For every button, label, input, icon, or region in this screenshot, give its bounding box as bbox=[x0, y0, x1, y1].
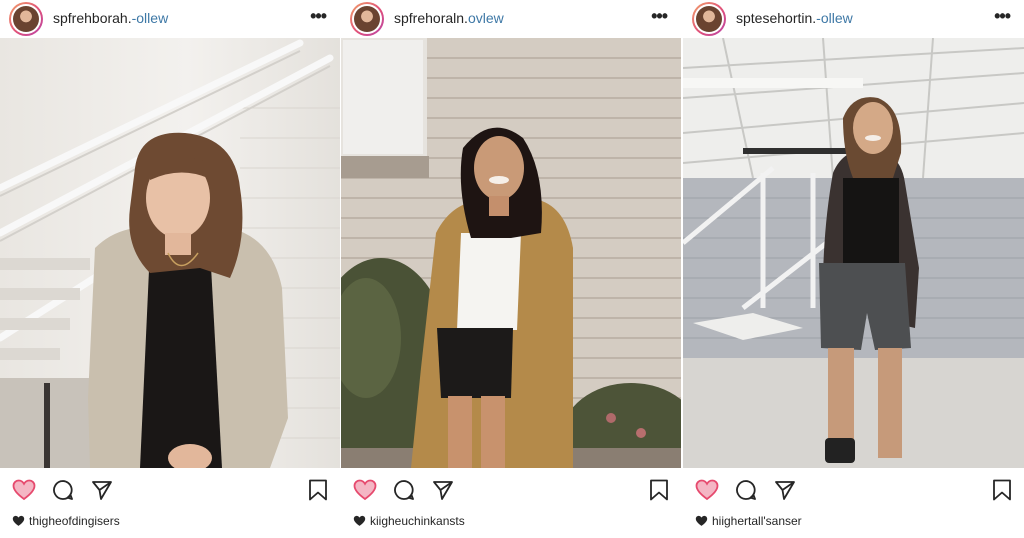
more-options-button[interactable]: ••• bbox=[994, 6, 1011, 27]
post-photo[interactable] bbox=[683, 38, 1024, 468]
post-actions bbox=[341, 468, 681, 512]
comment-icon[interactable] bbox=[393, 479, 415, 501]
likes-text: kiigheuchinkansts bbox=[370, 514, 465, 528]
username-text[interactable]: sptesehortin. bbox=[736, 10, 816, 26]
avatar[interactable] bbox=[692, 2, 726, 36]
username-text[interactable]: spfrehoraln. bbox=[394, 10, 468, 26]
photo-image bbox=[341, 38, 681, 468]
avatar[interactable] bbox=[9, 2, 43, 36]
likes-text: thigheofdingisers bbox=[29, 514, 120, 528]
post-actions bbox=[0, 468, 340, 512]
comment-icon[interactable] bbox=[52, 479, 74, 501]
follow-link[interactable]: -ollew bbox=[816, 10, 853, 26]
post-card: spfrehborah.-ollew ••• thigheofdingisers bbox=[0, 0, 340, 538]
heart-icon bbox=[353, 515, 366, 526]
post-actions bbox=[683, 468, 1024, 512]
username-text[interactable]: spfrehborah. bbox=[53, 10, 132, 26]
post-header: spfrehborah.-ollew ••• bbox=[0, 0, 340, 38]
follow-link[interactable]: ovlew bbox=[468, 10, 504, 26]
bookmark-icon[interactable] bbox=[308, 479, 328, 501]
likes-line[interactable]: kiigheuchinkansts bbox=[353, 514, 465, 528]
heart-icon[interactable] bbox=[353, 479, 377, 501]
photo-image bbox=[0, 38, 340, 468]
heart-icon[interactable] bbox=[695, 479, 719, 501]
heart-icon bbox=[12, 515, 25, 526]
post-photo[interactable] bbox=[0, 38, 340, 468]
more-options-button[interactable]: ••• bbox=[310, 6, 327, 27]
bookmark-icon[interactable] bbox=[992, 479, 1012, 501]
heart-icon bbox=[695, 515, 708, 526]
comment-icon[interactable] bbox=[735, 479, 757, 501]
likes-text: hiighertall'sanser bbox=[712, 514, 802, 528]
share-icon[interactable] bbox=[774, 479, 796, 501]
heart-icon[interactable] bbox=[12, 479, 36, 501]
share-icon[interactable] bbox=[432, 479, 454, 501]
post-username[interactable]: spfrehborah.-ollew bbox=[53, 10, 168, 26]
avatar[interactable] bbox=[350, 2, 384, 36]
likes-line[interactable]: thigheofdingisers bbox=[12, 514, 120, 528]
share-icon[interactable] bbox=[91, 479, 113, 501]
photo-image bbox=[683, 38, 1024, 468]
post-card: sptesehortin.-ollew ••• hiighertall'sans… bbox=[683, 0, 1024, 538]
post-header: sptesehortin.-ollew ••• bbox=[683, 0, 1024, 38]
likes-line[interactable]: hiighertall'sanser bbox=[695, 514, 802, 528]
follow-link[interactable]: -ollew bbox=[132, 10, 169, 26]
post-header: spfrehoraln.ovlew ••• bbox=[341, 0, 681, 38]
bookmark-icon[interactable] bbox=[649, 479, 669, 501]
post-card: spfrehoraln.ovlew ••• kiigheuchinkansts bbox=[341, 0, 681, 538]
post-photo[interactable] bbox=[341, 38, 681, 468]
more-options-button[interactable]: ••• bbox=[651, 6, 668, 27]
post-username[interactable]: sptesehortin.-ollew bbox=[736, 10, 853, 26]
post-username[interactable]: spfrehoraln.ovlew bbox=[394, 10, 504, 26]
